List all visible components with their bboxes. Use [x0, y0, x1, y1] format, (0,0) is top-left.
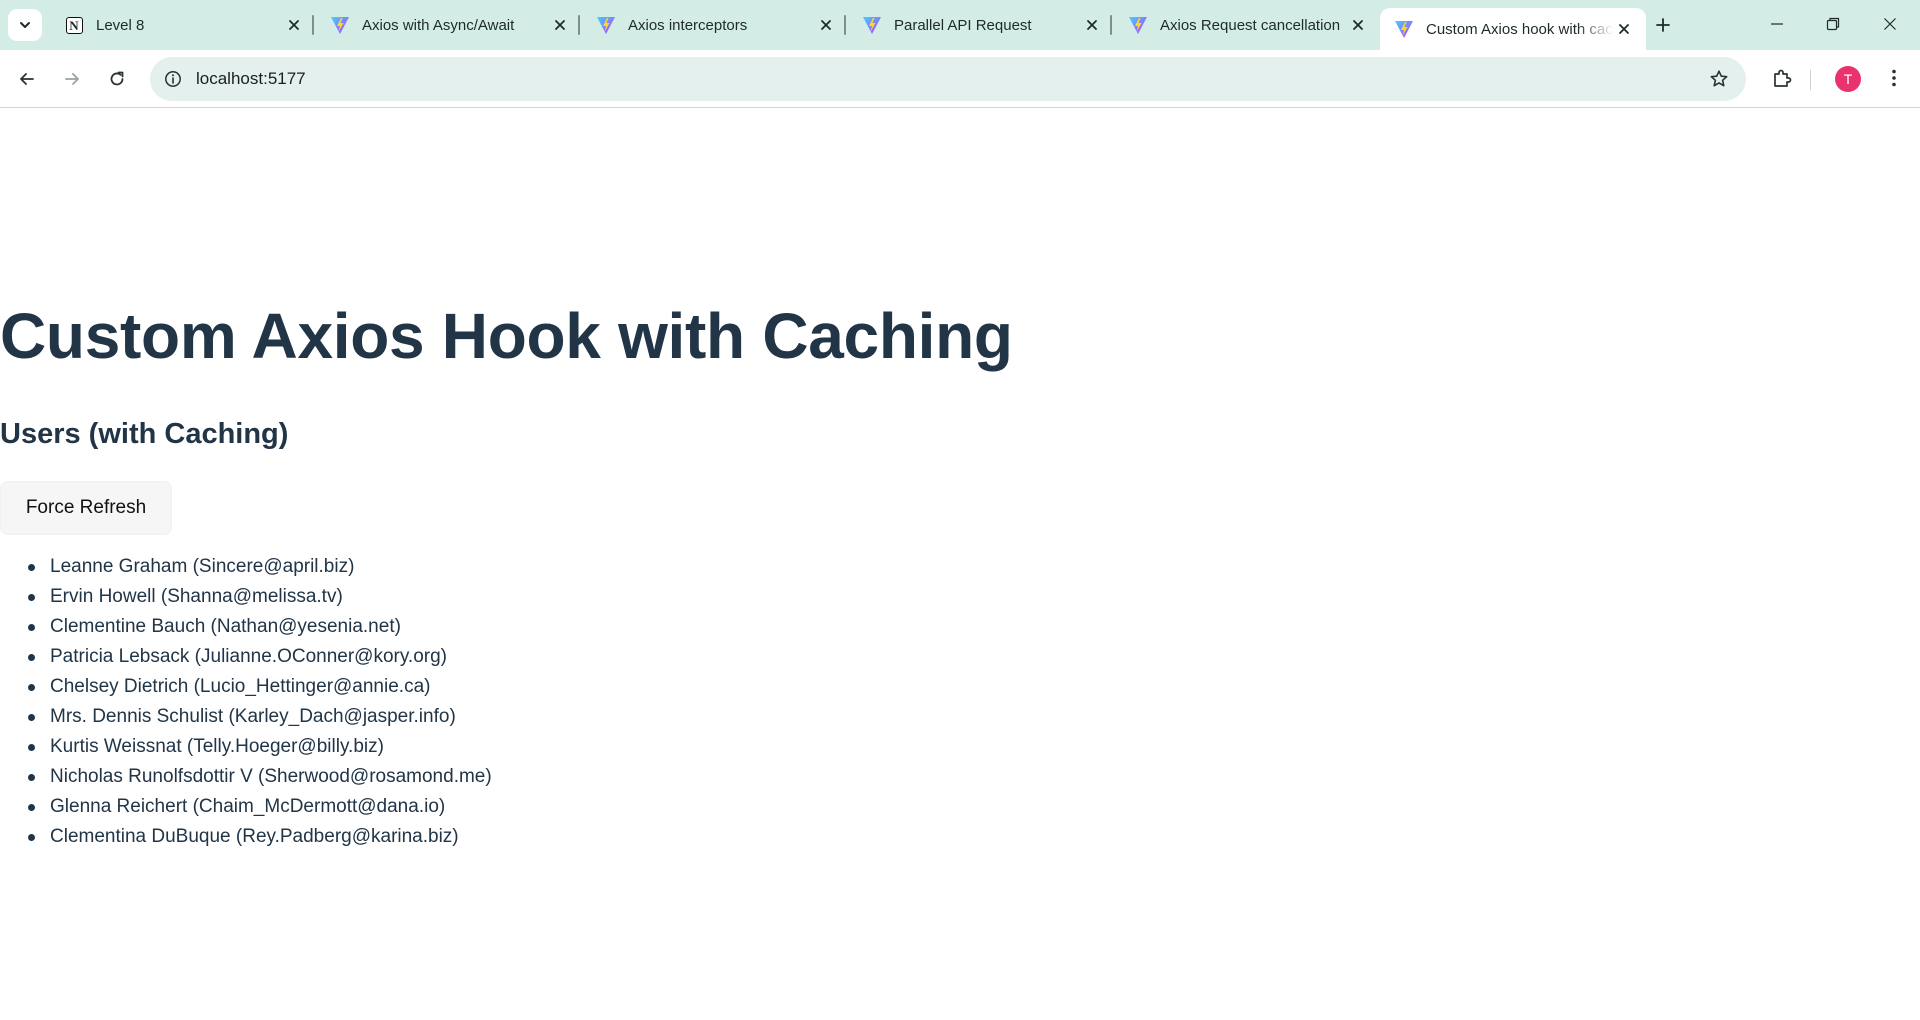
tab-axios-interceptors[interactable]: Axios interceptors: [582, 6, 848, 44]
list-item: Chelsey Dietrich (Lucio_Hettinger@annie.…: [28, 672, 492, 702]
close-window-button[interactable]: [1867, 6, 1913, 42]
minimize-button[interactable]: [1754, 6, 1800, 42]
back-button[interactable]: [11, 63, 43, 95]
tab-title: Level 8: [96, 16, 145, 34]
toolbar-divider: [1810, 70, 1811, 90]
close-icon[interactable]: [1348, 15, 1368, 35]
chevron-down-icon: [20, 22, 30, 28]
tab-level-8[interactable]: N Level 8: [50, 6, 316, 44]
list-item: Clementina DuBuque (Rey.Padberg@karina.b…: [28, 822, 492, 852]
list-item: Kurtis Weissnat (Telly.Hoeger@billy.biz): [28, 732, 492, 762]
tab-strip: N Level 8 Axios with Async/Await Axios i…: [0, 0, 1920, 50]
close-icon[interactable]: [1614, 19, 1634, 39]
tab-title: Axios interceptors: [628, 16, 748, 34]
address-bar[interactable]: localhost:5177: [150, 57, 1746, 101]
tab-separator: [844, 15, 846, 35]
reload-button[interactable]: [101, 63, 133, 95]
user-list: Leanne Graham (Sincere@april.biz) Ervin …: [28, 552, 492, 852]
profile-avatar[interactable]: T: [1835, 66, 1861, 92]
vite-icon: [596, 15, 616, 35]
restore-button[interactable]: [1810, 6, 1856, 42]
tab-custom-axios-hook[interactable]: Custom Axios hook with caching: [1380, 8, 1646, 50]
new-tab-button[interactable]: [1649, 11, 1677, 39]
bookmark-star-icon[interactable]: [1708, 68, 1730, 90]
tab-title: Axios with Async/Await: [362, 16, 515, 34]
arrow-left-icon: [20, 73, 34, 85]
list-item: Patricia Lebsack (Julianne.OConner@kory.…: [28, 642, 492, 672]
close-icon[interactable]: [816, 15, 836, 35]
tab-title: Axios Request cancellation: [1160, 16, 1341, 34]
list-item: Ervin Howell (Shanna@melissa.tv): [28, 582, 492, 612]
page-content: Custom Axios Hook with Caching Users (wi…: [0, 109, 1920, 1020]
restore-icon: [1826, 17, 1840, 31]
tab-separator: [312, 15, 314, 35]
arrow-right-icon: [65, 73, 79, 85]
tab-parallel-api-request[interactable]: Parallel API Request: [848, 6, 1114, 44]
tab-title: Parallel API Request: [894, 16, 1032, 34]
close-icon[interactable]: [284, 15, 304, 35]
close-icon: [1884, 18, 1896, 30]
extensions-puzzle-icon[interactable]: [1768, 64, 1796, 92]
tab-separator: [1110, 15, 1112, 35]
forward-button[interactable]: [56, 63, 88, 95]
tab-search-button[interactable]: [8, 9, 42, 41]
list-item: Nicholas Runolfsdottir V (Sherwood@rosam…: [28, 762, 492, 792]
page-title: Custom Axios Hook with Caching: [0, 300, 1013, 372]
url-text[interactable]: localhost:5177: [196, 69, 306, 89]
browser-toolbar: localhost:5177 T: [0, 50, 1920, 108]
close-icon[interactable]: [1082, 15, 1102, 35]
list-item: Glenna Reichert (Chaim_McDermott@dana.io…: [28, 792, 492, 822]
tab-title: Custom Axios hook with caching: [1426, 20, 1614, 38]
vite-icon: [330, 15, 350, 35]
minimize-icon: [1771, 23, 1783, 25]
plus-icon: [1656, 18, 1670, 32]
reload-icon: [110, 71, 124, 86]
tab-axios-request-cancellation[interactable]: Axios Request cancellation: [1114, 6, 1380, 44]
list-item: Mrs. Dennis Schulist (Karley_Dach@jasper…: [28, 702, 492, 732]
tab-separator: [578, 15, 580, 35]
close-icon[interactable]: [550, 15, 570, 35]
vite-icon: [1128, 15, 1148, 35]
list-item: Leanne Graham (Sincere@april.biz): [28, 552, 492, 582]
tab-axios-async-await[interactable]: Axios with Async/Await: [316, 6, 582, 44]
more-menu-icon[interactable]: [1880, 64, 1908, 92]
site-info-icon[interactable]: [162, 68, 184, 90]
vite-icon: [862, 15, 882, 35]
section-title: Users (with Caching): [0, 418, 289, 450]
force-refresh-button[interactable]: Force Refresh: [0, 481, 172, 535]
vite-icon: [1394, 19, 1414, 39]
notion-icon: N: [64, 15, 84, 35]
list-item: Clementine Bauch (Nathan@yesenia.net): [28, 612, 492, 642]
